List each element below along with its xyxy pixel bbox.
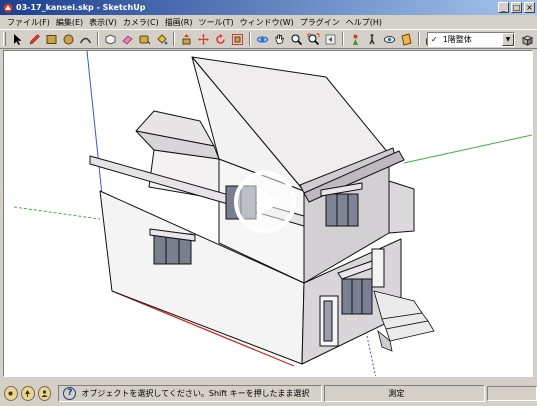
credits-icon[interactable] xyxy=(20,385,35,401)
rectangle-icon[interactable] xyxy=(43,31,59,47)
menu-view[interactable]: 表示(V) xyxy=(86,17,120,28)
push-pull-icon[interactable] xyxy=(178,31,194,47)
rotate-icon[interactable] xyxy=(212,31,228,47)
select-arrow-icon[interactable] xyxy=(9,31,25,47)
menu-file[interactable]: ファイル(F) xyxy=(4,17,53,28)
measurement-input[interactable] xyxy=(486,385,537,401)
position-camera-icon[interactable] xyxy=(347,31,363,47)
status-bar: ? オブジェクトを選択してください。Shift キーを押したまま選択 測定 xyxy=(0,380,537,406)
minimize-button[interactable]: _ xyxy=(498,2,509,13)
menu-window[interactable]: ウィンドウ(W) xyxy=(237,17,297,28)
menu-plugins[interactable]: プラグイン xyxy=(297,17,343,28)
toolbar-separator xyxy=(173,32,175,46)
orbit-icon[interactable] xyxy=(254,31,270,47)
scene-select[interactable]: ✓ 1階整体 ▼ xyxy=(427,32,515,47)
zoom-extents-icon[interactable] xyxy=(305,31,321,47)
toolbar-separator xyxy=(418,32,420,46)
circle-icon[interactable] xyxy=(60,31,76,47)
component-browser-icon[interactable] xyxy=(520,33,534,47)
geo-location-icon[interactable] xyxy=(4,385,18,401)
chevron-down-icon[interactable]: ▼ xyxy=(502,33,514,46)
menu-bar: ファイル(F) 編集(E) 表示(V) カメラ(C) 描画(R) ツール(T) … xyxy=(0,15,537,29)
tape-measure-icon[interactable] xyxy=(136,31,152,47)
title-bar: 03-17_kansei.skp - SketchUp _ □ × xyxy=(0,0,537,15)
check-icon: ✓ xyxy=(431,35,438,44)
arc-icon[interactable] xyxy=(77,31,93,47)
menu-camera[interactable]: カメラ(C) xyxy=(120,17,162,28)
menu-tools[interactable]: ツール(T) xyxy=(196,17,237,28)
close-button[interactable]: × xyxy=(524,2,535,13)
menu-draw[interactable]: 描画(R) xyxy=(162,17,196,28)
measurement-label-panel: 測定 xyxy=(324,384,485,402)
user-icon[interactable] xyxy=(37,385,52,401)
toolbar-separator xyxy=(342,32,344,46)
model-viewport[interactable] xyxy=(3,50,533,377)
sketchup-app-icon xyxy=(3,3,13,12)
scene-select-value: 1階整体 xyxy=(442,35,472,44)
menu-edit[interactable]: 編集(E) xyxy=(53,17,86,28)
status-message: オブジェクトを選択してください。Shift キーを押したまま選択 xyxy=(81,388,310,398)
help-icon[interactable]: ? xyxy=(63,386,77,400)
window-controls: _ □ × xyxy=(498,2,535,13)
eraser-icon[interactable] xyxy=(119,31,135,47)
window-title: 03-17_kansei.skp - SketchUp xyxy=(16,3,146,12)
move-icon[interactable] xyxy=(195,31,211,47)
toolbar-separator xyxy=(249,32,251,46)
green-axis-negative xyxy=(13,206,101,220)
green-axis xyxy=(403,134,532,164)
status-message-panel: ? オブジェクトを選択してください。Shift キーを押したまま選択 xyxy=(58,384,323,402)
pencil-icon[interactable] xyxy=(26,31,42,47)
make-component-icon[interactable] xyxy=(102,31,118,47)
measurement-label: 測定 xyxy=(388,388,405,398)
play-icon[interactable] xyxy=(232,169,298,235)
zoom-icon[interactable] xyxy=(288,31,304,47)
maximize-button[interactable]: □ xyxy=(511,2,522,13)
toolbar-separator xyxy=(97,32,99,46)
previous-view-icon[interactable] xyxy=(322,31,338,47)
main-toolbar: ✓ 1階整体 ▼ xyxy=(0,29,537,49)
section-plane-icon[interactable] xyxy=(398,31,414,47)
toolbar-grip[interactable] xyxy=(3,32,6,46)
offset-icon[interactable] xyxy=(229,31,245,47)
pan-icon[interactable] xyxy=(271,31,287,47)
walk-icon[interactable] xyxy=(364,31,380,47)
paint-bucket-icon[interactable] xyxy=(153,31,169,47)
menu-help[interactable]: ヘルプ(H) xyxy=(343,17,385,28)
look-around-icon[interactable] xyxy=(381,31,397,47)
